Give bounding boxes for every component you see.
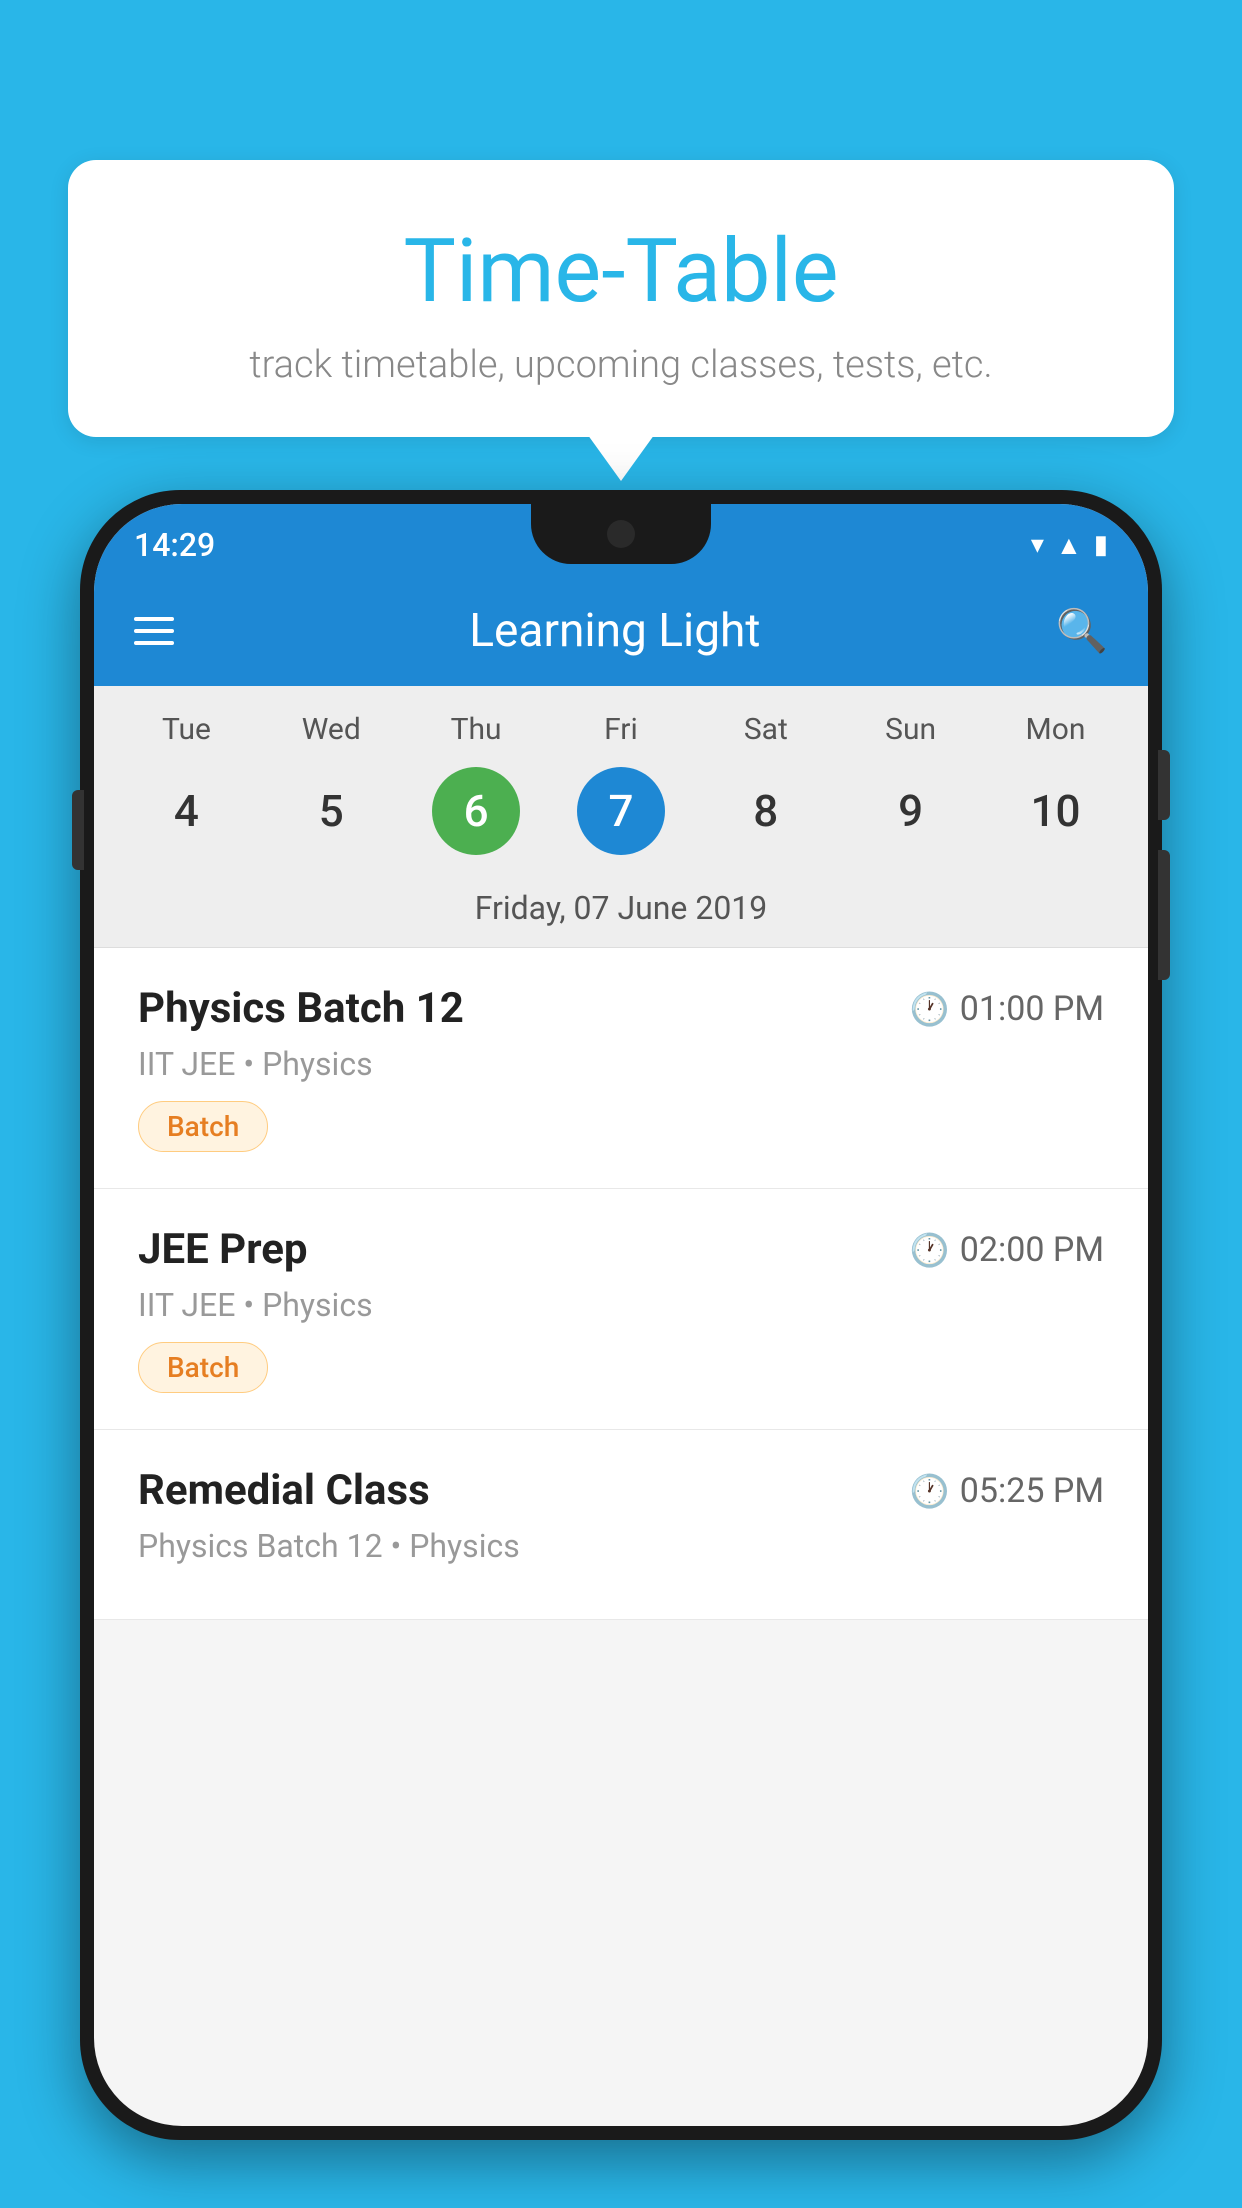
- class-header: Remedial Class 🕐 05:25 PM: [138, 1466, 1104, 1515]
- class-item[interactable]: JEE Prep 🕐 02:00 PM IIT JEE • Physics Ba…: [94, 1189, 1148, 1430]
- search-icon[interactable]: 🔍: [1056, 607, 1108, 656]
- clock-icon: 🕐: [910, 1231, 950, 1269]
- day-number[interactable]: 5: [287, 767, 375, 855]
- clock-icon: 🕐: [910, 990, 950, 1028]
- class-name: JEE Prep: [138, 1225, 308, 1274]
- class-meta: IIT JEE • Physics: [138, 1045, 1104, 1083]
- phone-outer: 14:29 ▾ ▲ ▮ Learning Light 🔍: [80, 490, 1162, 2140]
- day-header-label: Tue: [126, 712, 246, 747]
- signal-icon: ▲: [1056, 530, 1082, 561]
- phone-notch: [531, 504, 711, 564]
- tooltip-title: Time-Table: [128, 220, 1114, 323]
- wifi-icon: ▾: [1031, 530, 1044, 560]
- clock-icon: 🕐: [910, 1472, 950, 1510]
- day-number[interactable]: 9: [867, 767, 955, 855]
- phone-screen: 14:29 ▾ ▲ ▮ Learning Light 🔍: [94, 504, 1148, 2126]
- day-header-label: Mon: [995, 712, 1115, 747]
- batch-badge: Batch: [138, 1101, 268, 1152]
- day-number[interactable]: 10: [1011, 767, 1099, 855]
- hamburger-menu[interactable]: [134, 617, 174, 645]
- day-numbers: 456789 10: [94, 757, 1148, 875]
- app-title: Learning Light: [469, 604, 760, 658]
- class-meta: IIT JEE • Physics: [138, 1286, 1104, 1324]
- battery-icon: ▮: [1094, 530, 1108, 560]
- calendar-strip: Tue Wed Thu Fri Sat Sun Mon 456789 10 Friday, 0…: [94, 686, 1148, 948]
- side-button-power-bot: [1158, 850, 1170, 980]
- phone-camera: [607, 520, 635, 548]
- class-time: 🕐 01:00 PM: [910, 989, 1104, 1029]
- class-name: Remedial Class: [138, 1466, 430, 1515]
- day-number[interactable]: 7: [577, 767, 665, 855]
- tooltip-card: Time-Table track timetable, upcoming cla…: [68, 160, 1174, 437]
- class-time: 🕐 05:25 PM: [910, 1471, 1104, 1511]
- class-header: Physics Batch 12 🕐 01:00 PM: [138, 984, 1104, 1033]
- day-header-label: Fri: [561, 712, 681, 747]
- side-button-power-top: [1158, 750, 1170, 820]
- day-header-label: Sun: [851, 712, 971, 747]
- class-item[interactable]: Remedial Class 🕐 05:25 PM Physics Batch …: [94, 1430, 1148, 1620]
- class-time: 🕐 02:00 PM: [910, 1230, 1104, 1270]
- class-header: JEE Prep 🕐 02:00 PM: [138, 1225, 1104, 1274]
- day-header-label: Wed: [271, 712, 391, 747]
- day-headers: Tue Wed Thu Fri Sat Sun Mon: [94, 702, 1148, 757]
- day-number[interactable]: 4: [142, 767, 230, 855]
- status-icons: ▾ ▲ ▮: [1031, 530, 1108, 561]
- status-time: 14:29: [134, 526, 215, 564]
- class-meta: Physics Batch 12 • Physics: [138, 1527, 1104, 1565]
- day-number[interactable]: 8: [722, 767, 810, 855]
- class-name: Physics Batch 12: [138, 984, 464, 1033]
- selected-date: Friday, 07 June 2019: [94, 875, 1148, 948]
- batch-badge: Batch: [138, 1342, 268, 1393]
- day-header-label: Sat: [706, 712, 826, 747]
- tooltip-subtitle: track timetable, upcoming classes, tests…: [128, 343, 1114, 387]
- side-button-volume: [72, 790, 84, 870]
- phone-mockup: 14:29 ▾ ▲ ▮ Learning Light 🔍: [80, 490, 1162, 2208]
- day-number[interactable]: 6: [432, 767, 520, 855]
- class-list: Physics Batch 12 🕐 01:00 PM IIT JEE • Ph…: [94, 948, 1148, 1620]
- day-header-label: Thu: [416, 712, 536, 747]
- app-bar: Learning Light 🔍: [94, 576, 1148, 686]
- class-item[interactable]: Physics Batch 12 🕐 01:00 PM IIT JEE • Ph…: [94, 948, 1148, 1189]
